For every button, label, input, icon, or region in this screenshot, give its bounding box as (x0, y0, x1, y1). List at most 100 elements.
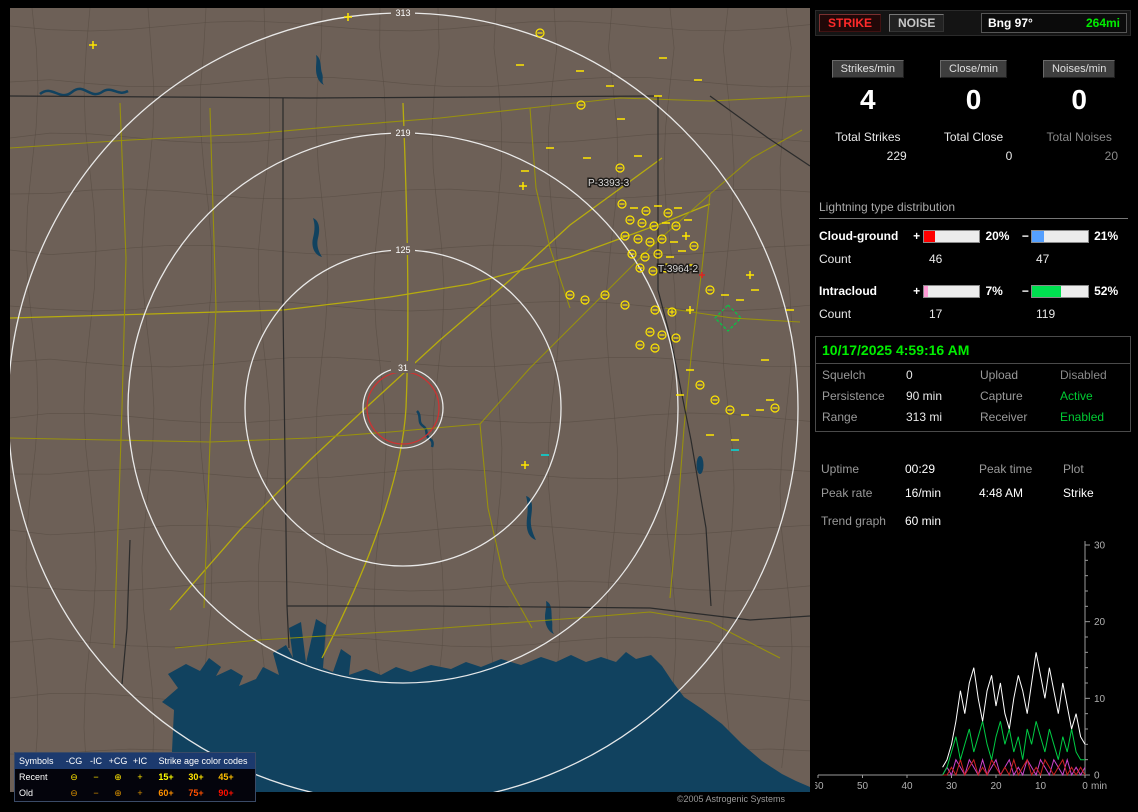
upload-value: Disabled (1060, 368, 1107, 382)
legend-symbol-negic: − (93, 788, 99, 798)
plus-sign: + (913, 284, 921, 298)
plot-value: Strike (1063, 486, 1094, 500)
noise-indicator[interactable]: NOISE (889, 14, 945, 32)
receiver-label: Receiver (980, 410, 1028, 424)
intracloud-count-row: Count 17 119 (819, 307, 1128, 321)
count-label: Count (819, 252, 852, 266)
status-row: Squelch 0 Upload Disabled (816, 364, 1130, 385)
legend-age-code: 15+ (158, 772, 174, 782)
strikes-per-min-value: 4 (860, 84, 876, 115)
minus-sign: − (1021, 284, 1029, 298)
rate-values-row: 4 0 0 (815, 84, 1132, 116)
legend-row-old: Old ⊖ − ⊕ +60+ 75+ 90+ (15, 785, 255, 801)
total-close: Total Close 0 (921, 130, 1027, 163)
upload-label: Upload (980, 368, 1019, 382)
status-row: Persistence 90 min Capture Active (816, 385, 1130, 406)
symbol-legend: Symbols -CG -IC +CG +IC Strike age color… (14, 752, 256, 802)
legend-age-code: 30+ (188, 772, 204, 782)
total-strikes: Total Strikes 229 (815, 130, 921, 163)
totals-row: Total Strikes 229 Total Close 0 Total No… (815, 130, 1132, 163)
x-tick-label: 60 (815, 781, 824, 792)
cg-positive-bar (922, 229, 981, 243)
legend-pos-ic-header: +IC (132, 756, 148, 766)
legend-symbol-negcg: ⊖ (70, 787, 78, 798)
ic-negative-bar-fill (1032, 285, 1062, 297)
peak-time-label: Peak time (979, 462, 1033, 476)
indicator-bar: STRIKE NOISE Bng 97° 264mi (815, 10, 1131, 36)
cg-negative-bar-fill (1032, 230, 1045, 242)
receiver-value: Enabled (1060, 410, 1105, 424)
lightning-map-panel: 313 219 125 31 P-3393-3 T-3964-2 Symbols -CG… (10, 8, 810, 804)
distance-value: 264mi (1085, 16, 1120, 30)
x-tick-label: 0 (1082, 781, 1088, 792)
total-strikes-value: 229 (886, 149, 907, 163)
peak-rate-label: Peak rate (821, 486, 873, 500)
ring-distance-label: 31 (398, 363, 408, 373)
y-tick-label: 20 (1094, 617, 1106, 628)
cg-positive-pct: 20% (985, 229, 1010, 243)
squelch-label: Squelch (822, 368, 866, 382)
status-panel: 10/17/2025 4:59:16 AM Squelch 0 Upload D… (815, 336, 1131, 432)
cg-negative-bar (1031, 229, 1090, 243)
legend-neg-cg-header: -CG (65, 756, 83, 766)
noises-per-min-value: 0 (1071, 84, 1087, 115)
trend-graph: 0 10 20 30 60 50 40 30 20 10 0 min (815, 541, 1107, 793)
sidebar: STRIKE NOISE Bng 97° 264mi Strikes/min C… (815, 8, 1132, 804)
y-tick-label: 30 (1094, 541, 1106, 552)
y-tick-label: 10 (1094, 694, 1106, 705)
plot-label: Plot (1063, 462, 1084, 476)
legend-symbol-posic: + (137, 788, 143, 798)
total-noises-label: Total Noises (1046, 130, 1112, 144)
ring-distance-label: 313 (395, 8, 410, 18)
intracloud-label: Intracloud (819, 284, 878, 298)
peak-time-value: 4:48 AM (979, 486, 1024, 500)
capture-label: Capture (980, 389, 1023, 403)
close-per-min-value: 0 (965, 84, 982, 115)
uptime-value: 00:29 (905, 462, 936, 476)
ic-negative-bar (1031, 284, 1090, 298)
total-close-value: 0 (1005, 149, 1013, 163)
ring-distance-label: 125 (395, 245, 410, 255)
rate-chip-row: Strikes/min Close/min Noises/min (815, 60, 1132, 78)
range-label: Range (822, 410, 858, 424)
plus-sign: + (913, 229, 921, 243)
legend-header-row: Symbols -CG -IC +CG +IC Strike age color… (15, 753, 255, 769)
session-row: Uptime 00:29 Peak time Plot (821, 462, 1131, 476)
legend-age-code: 75+ (188, 788, 204, 798)
lake (696, 456, 704, 474)
trend-graph-header: Trend graph 60 min (821, 514, 941, 528)
close-per-min-chip: Close/min (940, 60, 1007, 78)
cg-negative-count: 47 (1036, 252, 1050, 266)
trend-series-intracloud-rate (942, 721, 1085, 776)
session-block: Uptime 00:29 Peak time Plot Peak rate 16… (821, 462, 1131, 510)
strikes-per-min-chip: Strikes/min (831, 60, 905, 78)
uptime-label: Uptime (821, 462, 860, 476)
legend-age-label: Old (19, 788, 34, 798)
ic-positive-pct: 7% (985, 284, 1003, 298)
map-canvas[interactable]: 313 219 125 31 P-3393-3 T-3964-2 (10, 8, 810, 792)
ic-positive-count: 17 (929, 307, 943, 321)
cg-negative-pct: 21% (1094, 229, 1119, 243)
legend-neg-ic-header: -IC (90, 756, 102, 766)
squelch-value: 0 (906, 368, 913, 382)
lightning-type-distribution: Lightning type distribution Cloud-ground… (819, 200, 1128, 321)
legend-body: Recent ⊖ − ⊕ +15+ 30+ 45+ Old ⊖ − ⊕ +60+ 75+ 90+ (15, 769, 255, 801)
session-row: Peak rate 16/min 4:48 AM Strike (821, 486, 1131, 500)
y-tick-label: 0 (1094, 771, 1100, 782)
persistence-value: 90 min (906, 389, 943, 403)
peak-rate-value: 16/min (905, 486, 942, 500)
x-tick-label: 20 (990, 781, 1002, 792)
legend-symbol-negcg: ⊖ (70, 771, 78, 782)
legend-symbol-poscg: ⊕ (114, 787, 122, 798)
ic-positive-bar (922, 284, 981, 298)
noises-per-min-chip: Noises/min (1042, 60, 1116, 78)
legend-symbol-poscg: ⊕ (114, 771, 122, 782)
bearing-value: Bng 97° (988, 16, 1033, 30)
cloud-ground-count-row: Count 46 47 (819, 252, 1128, 266)
legend-age-code: 45+ (218, 772, 234, 782)
total-noises: Total Noises 20 (1026, 130, 1132, 163)
legend-symbol-negic: − (93, 772, 99, 782)
strike-indicator[interactable]: STRIKE (819, 14, 882, 32)
storm-cell-label: T-3964-2 (658, 264, 698, 275)
trend-graph-window: 60 min (905, 514, 942, 528)
